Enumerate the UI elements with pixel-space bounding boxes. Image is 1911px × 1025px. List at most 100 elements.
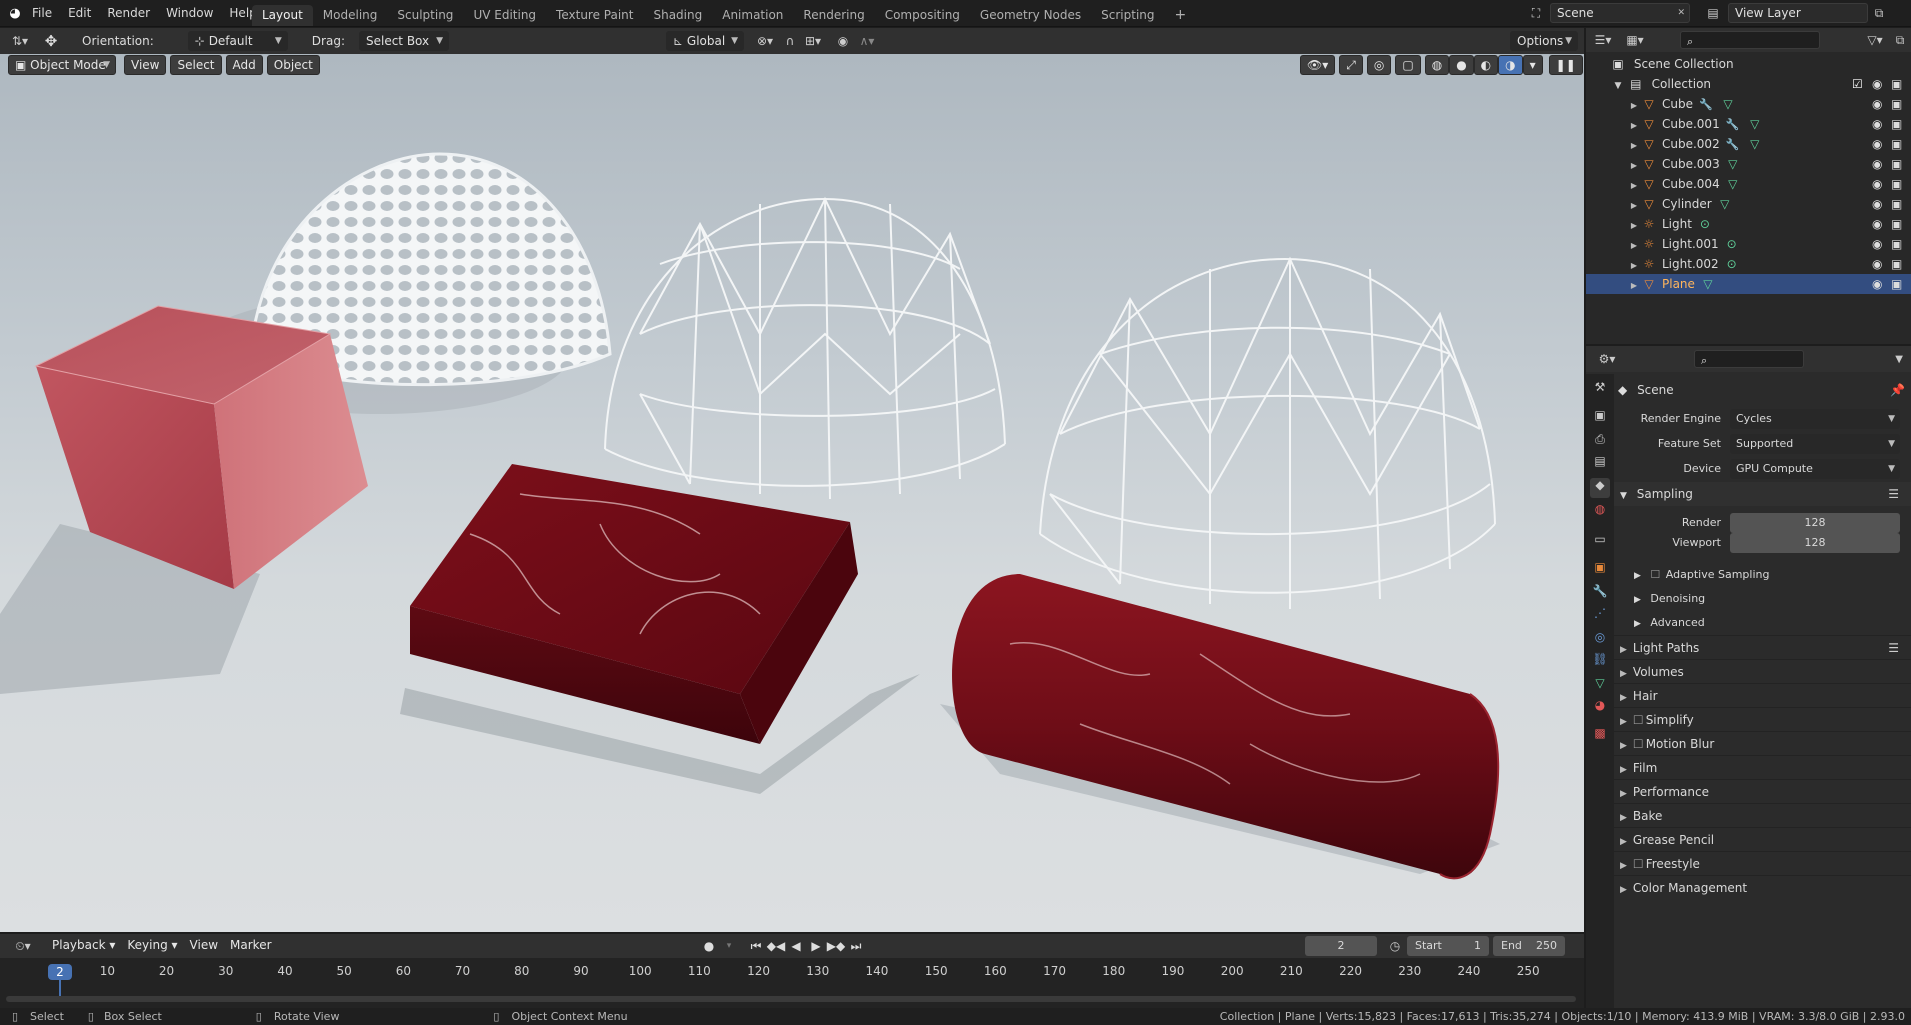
eye-icon[interactable]: ◉ xyxy=(1872,74,1882,94)
expand-icon[interactable]: ▶ xyxy=(1628,96,1640,116)
expand-icon[interactable]: ▶ xyxy=(1628,116,1640,136)
eye-icon[interactable]: ◉ xyxy=(1872,94,1882,114)
physics-tab-icon[interactable]: ◎ xyxy=(1590,630,1610,650)
texture-tab-icon[interactable]: ▩ xyxy=(1590,726,1610,746)
shading-options-icon[interactable]: ▾ xyxy=(1522,55,1543,75)
outliner-item[interactable]: ▶ ▽ Cube.001 🔧 ▽ ◉ ▣ xyxy=(1586,114,1911,134)
tab-geometry-nodes[interactable]: Geometry Nodes xyxy=(970,5,1091,26)
panel-header[interactable]: ▶ Color Management xyxy=(1614,875,1911,899)
wireframe-dome-large[interactable] xyxy=(1039,256,1496,609)
scene-close-icon[interactable]: ✕ xyxy=(1677,4,1685,22)
panel-checkbox[interactable]: ☐ xyxy=(1633,708,1644,732)
render-tab-icon[interactable]: ▣ xyxy=(1590,408,1610,428)
panel-checkbox[interactable]: ☐ xyxy=(1633,852,1644,876)
timeline-editor-type-icon[interactable]: ⏲▾ xyxy=(6,939,40,954)
tab-uv-editing[interactable]: UV Editing xyxy=(463,5,546,26)
wireframe-dome-small[interactable] xyxy=(604,196,1006,500)
properties-editor-type-icon[interactable]: ⚙▾ xyxy=(1590,352,1624,366)
object-tab-icon[interactable]: ▣ xyxy=(1590,560,1610,580)
view-layer-tab-icon[interactable]: ▤ xyxy=(1590,454,1610,474)
presets-icon[interactable]: ☰ xyxy=(1888,636,1899,660)
camera-icon[interactable]: ▣ xyxy=(1891,74,1902,94)
camera-icon[interactable]: ▣ xyxy=(1891,134,1902,154)
end-frame-field[interactable]: End 250 xyxy=(1493,936,1565,956)
camera-icon[interactable]: ▣ xyxy=(1891,174,1902,194)
new-collection-icon[interactable]: ⧉ xyxy=(1890,33,1910,48)
viewport-menu-view[interactable]: View xyxy=(124,55,167,75)
solid-shading-icon[interactable]: ● xyxy=(1449,55,1474,75)
transform-tool-icon[interactable]: ✥ xyxy=(34,32,68,50)
outliner-item[interactable]: ▶ ▽ Cylinder ▽ ◉ ▣ xyxy=(1586,194,1911,214)
tab-texture-paint[interactable]: Texture Paint xyxy=(546,5,643,26)
timeline-menu-view[interactable]: View xyxy=(184,936,224,956)
eye-icon[interactable]: ◉ xyxy=(1872,134,1882,154)
drag-dropdown[interactable]: Select Box ▼ xyxy=(358,31,449,51)
outliner-editor-type-icon[interactable]: ☰▾ xyxy=(1586,33,1620,47)
outliner-item[interactable]: ▶ ▽ Cube.002 🔧 ▽ ◉ ▣ xyxy=(1586,134,1911,154)
scene-tab-icon[interactable]: ◆ xyxy=(1590,478,1610,498)
outliner-item[interactable]: ▶ ▽ Cube 🔧 ▽ ◉ ▣ xyxy=(1586,94,1911,114)
outliner-item[interactable]: ▶ ▽ Cube.004 ▽ ◉ ▣ xyxy=(1586,174,1911,194)
properties-options-icon[interactable]: ▼ xyxy=(1895,354,1903,365)
outliner-item[interactable]: ▶ ▽ Cube.003 ▽ ◉ ▣ xyxy=(1586,154,1911,174)
tab-compositing[interactable]: Compositing xyxy=(875,5,970,26)
particles-tab-icon[interactable]: ⋰ xyxy=(1590,606,1610,626)
properties-search-input[interactable]: ⌕ xyxy=(1694,350,1804,368)
viewport-menu-object[interactable]: Object xyxy=(266,55,320,75)
visibility-icon[interactable]: 👁▾ xyxy=(1300,55,1336,75)
play-icon[interactable]: ▶ xyxy=(806,939,826,953)
tool-tab-icon[interactable]: ⚒ xyxy=(1590,380,1610,400)
modifier-tab-icon[interactable]: 🔧 xyxy=(1590,584,1610,604)
prev-keyframe-icon[interactable]: ◆◀ xyxy=(766,939,786,953)
camera-icon[interactable]: ▣ xyxy=(1891,114,1902,134)
world-tab-icon[interactable]: ◍ xyxy=(1590,502,1610,522)
expand-icon[interactable]: ▶ xyxy=(1628,196,1640,216)
transform-orientation-dropdown[interactable]: ⊾ Global ▼ xyxy=(666,31,744,51)
record-options-icon[interactable]: ▾ xyxy=(720,941,738,951)
outliner-scene-collection[interactable]: ▣ Scene Collection xyxy=(1586,54,1911,74)
data-tab-icon[interactable]: ▽ xyxy=(1590,676,1610,696)
sampling-panel-header[interactable]: ▼ Sampling ☰ xyxy=(1614,482,1911,506)
timeline-menu-keying[interactable]: Keying ▾ xyxy=(121,936,183,956)
viewport-menu-select[interactable]: Select xyxy=(170,55,222,75)
panel-header[interactable]: ▶ Bake xyxy=(1614,803,1911,827)
outliner-item[interactable]: ▶ ☼ Light.002 ⊙ ◉ ▣ xyxy=(1586,254,1911,274)
view-layer-new-icon[interactable]: ⧉ xyxy=(1868,6,1890,21)
render-engine-dropdown[interactable]: Cycles ▼ xyxy=(1730,409,1900,429)
camera-icon[interactable]: ▣ xyxy=(1891,234,1902,254)
options-dropdown[interactable]: Options ▼ xyxy=(1510,31,1578,51)
display-mode-icon[interactable]: ▦▾ xyxy=(1620,33,1650,47)
camera-icon[interactable]: ▣ xyxy=(1891,274,1902,294)
blender-logo-icon[interactable]: ◕ xyxy=(6,6,24,21)
expand-icon[interactable]: ▶ xyxy=(1628,136,1640,156)
eye-icon[interactable]: ◉ xyxy=(1872,214,1882,234)
filter-icon[interactable]: ▽▾ xyxy=(1860,33,1890,47)
3d-viewport[interactable]: ▣ Object Mode ▼ View Select Add Object 👁… xyxy=(0,54,1584,932)
expand-icon[interactable]: ▶ xyxy=(1628,216,1640,236)
expand-icon[interactable]: ▶ xyxy=(1628,276,1640,296)
panel-header[interactable]: ▶ ☐ Motion Blur xyxy=(1614,731,1911,755)
record-icon[interactable]: ● xyxy=(698,939,720,953)
feature-set-dropdown[interactable]: Supported ▼ xyxy=(1730,434,1900,454)
menu-file[interactable]: File xyxy=(24,0,60,27)
gizmo-icon[interactable]: ⤢ xyxy=(1339,55,1363,75)
xray-icon[interactable]: ▢ xyxy=(1395,55,1421,75)
menu-render[interactable]: Render xyxy=(99,0,158,27)
checkbox-icon[interactable]: ☑ xyxy=(1852,74,1863,94)
panel-header[interactable]: ▶ Performance xyxy=(1614,779,1911,803)
pin-icon[interactable]: 📌 xyxy=(1890,378,1905,402)
eye-icon[interactable]: ◉ xyxy=(1872,194,1882,214)
tab-sculpting[interactable]: Sculpting xyxy=(387,5,463,26)
camera-icon[interactable]: ▣ xyxy=(1891,154,1902,174)
eye-icon[interactable]: ◉ xyxy=(1872,154,1882,174)
adaptive-sampling-checkbox[interactable]: ☐ xyxy=(1650,563,1660,587)
eye-icon[interactable]: ◉ xyxy=(1872,114,1882,134)
scene-icon[interactable]: ⛶ xyxy=(1522,6,1550,21)
rendered-shading-icon[interactable]: ◑ xyxy=(1498,55,1523,75)
editor-type-icon[interactable]: ⇅▾ xyxy=(6,34,34,48)
playhead[interactable]: 2 xyxy=(48,964,72,980)
eye-icon[interactable]: ◉ xyxy=(1872,274,1882,294)
expand-icon[interactable]: ▶ xyxy=(1628,176,1640,196)
panel-header[interactable]: ▶ ☐ Simplify xyxy=(1614,707,1911,731)
eye-icon[interactable]: ◉ xyxy=(1872,254,1882,274)
